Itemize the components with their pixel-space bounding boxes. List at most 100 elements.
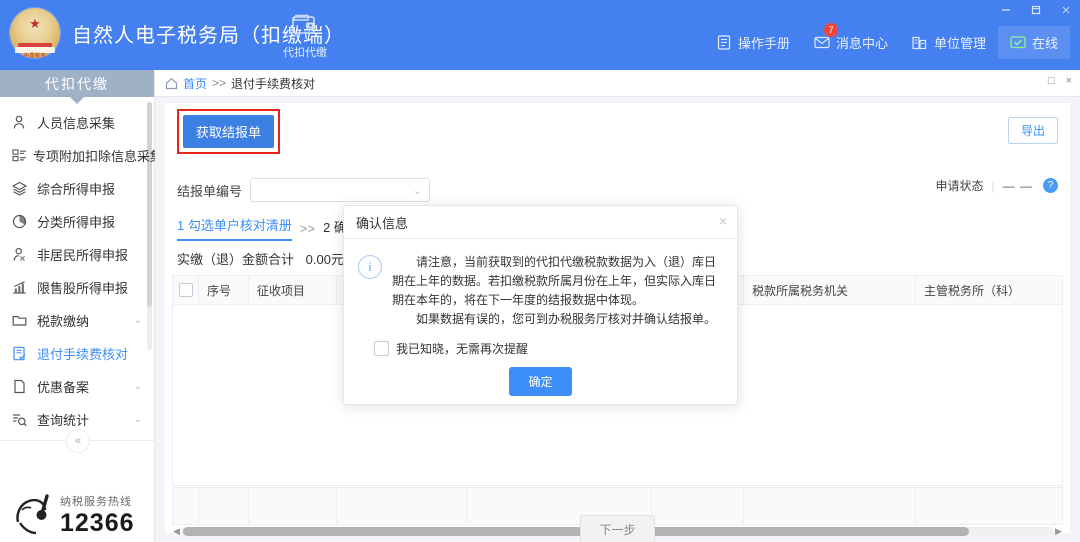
sidebar-item-preferential-filing[interactable]: 优惠备案 ⌄ bbox=[0, 370, 154, 403]
step-number: 2 bbox=[323, 220, 330, 235]
fetch-button-wrapper: 获取结报单 bbox=[177, 109, 280, 154]
sidebar-item-comprehensive-income[interactable]: 综合所得申报 bbox=[0, 172, 154, 205]
dialog-message: 请注意，当前获取到的代扣代缴税款数据为入（退）库日期在上年的数据。若扣缴税款所属… bbox=[392, 253, 721, 329]
breadcrumb-home-link[interactable]: 首页 bbox=[183, 75, 207, 92]
list-form-icon bbox=[12, 147, 27, 164]
pie-chart-icon bbox=[12, 213, 31, 230]
breadcrumb-current: 退付手续费核对 bbox=[231, 75, 315, 92]
fetch-button-highlight: 获取结报单 bbox=[177, 109, 280, 154]
hotline-number: 12366 bbox=[60, 510, 135, 536]
breadcrumb: 首页 >> 退付手续费核对 □ × bbox=[155, 70, 1080, 97]
summary-row: 实缴（退）金额合计 0.00元 bbox=[177, 249, 344, 268]
select-all-checkbox[interactable] bbox=[179, 283, 193, 297]
chevron-down-icon: ⌄ bbox=[413, 184, 422, 197]
info-icon: i bbox=[358, 255, 382, 279]
sidebar-item-personnel-collection[interactable]: 人员信息采集 bbox=[0, 106, 154, 139]
confirm-button[interactable]: 确定 bbox=[509, 367, 571, 396]
close-icon[interactable]: × bbox=[719, 214, 727, 228]
module-tab-withholding[interactable]: 代扣代缴 bbox=[277, 14, 333, 60]
panel-restore-icon[interactable]: □ bbox=[1048, 75, 1055, 87]
folder-icon bbox=[12, 312, 31, 329]
sidebar-collapse-row: « bbox=[0, 425, 154, 455]
monitor-check-icon bbox=[1010, 35, 1026, 51]
user-add-icon bbox=[12, 114, 31, 131]
breadcrumb-separator: >> bbox=[212, 76, 226, 90]
sidebar-item-refund-fee-check[interactable]: 退付手续费核对 bbox=[0, 337, 154, 370]
sidebar-item-classified-income[interactable]: 分类所得申报 bbox=[0, 205, 154, 238]
national-emblem-icon: ★ 中国税务 bbox=[10, 8, 60, 58]
panel-close-icon[interactable]: × bbox=[1066, 75, 1072, 87]
document-icon bbox=[716, 35, 732, 51]
message-badge: 7 bbox=[824, 23, 838, 37]
table-header-org: 税款所属税务机关 bbox=[744, 275, 916, 305]
chevron-down-icon: ⌄ bbox=[134, 315, 142, 326]
dialog-dont-remind-row[interactable]: 我已知晓，无需再次提醒 bbox=[374, 340, 737, 357]
fetch-settlement-button[interactable]: 获取结报单 bbox=[183, 115, 274, 148]
doc-check-icon bbox=[12, 345, 31, 362]
table-header-select-all[interactable] bbox=[173, 275, 199, 305]
table-header-seq: 序号 bbox=[199, 275, 249, 305]
sidebar-menu: 人员信息采集 专项附加扣除信息采集 综合所得申报 分类所得申报 bbox=[0, 97, 154, 436]
application-status-label: 申请状态 bbox=[936, 177, 984, 194]
emblem-star: ★ bbox=[29, 17, 41, 30]
help-icon[interactable]: ? bbox=[1043, 178, 1058, 193]
dialog-footer: 确定 bbox=[344, 367, 737, 396]
next-step-button[interactable]: 下一步 bbox=[580, 515, 654, 542]
dialog-body: i 请注意，当前获取到的代扣代缴税款数据为入（退）库日期在上年的数据。若扣缴税款… bbox=[344, 239, 737, 329]
module-tab-label: 代扣代缴 bbox=[283, 44, 327, 60]
table-header-office: 主管税务所（科） bbox=[916, 275, 1062, 305]
sidebar: 代扣代缴 人员信息采集 专项附加扣除信息采集 综合所得申报 bbox=[0, 70, 155, 542]
sidebar-item-special-deduction[interactable]: 专项附加扣除信息采集 bbox=[0, 139, 154, 172]
home-icon bbox=[165, 77, 178, 90]
sidebar-item-label: 综合所得申报 bbox=[37, 179, 115, 198]
bar-chart-icon bbox=[12, 279, 31, 296]
person-icon bbox=[12, 246, 31, 263]
export-button[interactable]: 导出 bbox=[1008, 117, 1058, 144]
emblem-caption: 中国税务 bbox=[10, 52, 60, 59]
sidebar-item-label: 退付手续费核对 bbox=[37, 344, 128, 363]
header-action-label: 操作手册 bbox=[738, 33, 790, 52]
header-action-message[interactable]: 7 消息中心 bbox=[802, 26, 900, 59]
header-action-label: 消息中心 bbox=[836, 33, 888, 52]
summary-value: 0.00元 bbox=[306, 252, 344, 267]
header-action-manual[interactable]: 操作手册 bbox=[704, 26, 802, 59]
divider: | bbox=[992, 179, 995, 193]
step-number: 1 bbox=[177, 218, 184, 233]
building-icon bbox=[912, 35, 928, 51]
sidebar-item-label: 人员信息采集 bbox=[37, 113, 115, 132]
layers-icon bbox=[12, 180, 31, 197]
settlement-number-field: 结报单编号 ⌄ bbox=[177, 178, 430, 202]
maximize-icon[interactable] bbox=[1028, 2, 1044, 18]
sidebar-item-nonresident-income[interactable]: 非居民所得申报 bbox=[0, 238, 154, 271]
sidebar-item-label: 限售股所得申报 bbox=[37, 278, 128, 297]
header-action-label: 在线 bbox=[1032, 33, 1058, 52]
step-separator: >> bbox=[300, 221, 315, 236]
hotline-text: 纳税服务热线 12366 bbox=[60, 492, 135, 536]
app-header: ★ 中国税务 自然人电子税务局（扣缴端） 代扣代缴 bbox=[0, 0, 1080, 70]
wallet-icon bbox=[292, 14, 318, 39]
sidebar-item-restricted-shares[interactable]: 限售股所得申报 bbox=[0, 271, 154, 304]
dont-remind-checkbox[interactable] bbox=[374, 341, 389, 356]
sidebar-collapse-button[interactable]: « bbox=[66, 429, 90, 453]
sidebar-item-label: 非居民所得申报 bbox=[37, 245, 128, 264]
confirm-dialog: 确认信息 × i 请注意，当前获取到的代扣代缴税款数据为入（退）库日期在上年的数… bbox=[343, 205, 738, 405]
chevron-down-icon: ⌄ bbox=[134, 414, 142, 425]
hotline-caption: 纳税服务热线 bbox=[60, 496, 132, 508]
application-window: ★ 中国税务 自然人电子税务局（扣缴端） 代扣代缴 bbox=[0, 0, 1080, 542]
sidebar-item-tax-payment[interactable]: 税款缴纳 ⌄ bbox=[0, 304, 154, 337]
header-action-label: 单位管理 bbox=[934, 33, 986, 52]
headset-icon bbox=[14, 492, 56, 536]
dialog-paragraph-1: 请注意，当前获取到的代扣代缴税款数据为入（退）库日期在上年的数据。若扣缴税款所属… bbox=[392, 253, 721, 310]
minimize-icon[interactable] bbox=[998, 2, 1014, 18]
close-icon[interactable] bbox=[1058, 2, 1074, 18]
settlement-number-select[interactable]: ⌄ bbox=[250, 178, 430, 202]
panel-window-tools: □ × bbox=[1048, 75, 1072, 87]
header-actions: 操作手册 7 消息中心 单位管理 在线 bbox=[704, 26, 1070, 59]
tab-step-1[interactable]: 1 勾选单户核对清册 bbox=[177, 215, 292, 241]
header-action-unit[interactable]: 单位管理 bbox=[900, 26, 998, 59]
header-action-online[interactable]: 在线 bbox=[998, 26, 1070, 59]
application-status-value: — — bbox=[1003, 179, 1033, 193]
dont-remind-label: 我已知晓，无需再次提醒 bbox=[396, 340, 528, 357]
sidebar-title: 代扣代缴 bbox=[0, 70, 154, 97]
dialog-header: 确认信息 × bbox=[344, 206, 737, 239]
